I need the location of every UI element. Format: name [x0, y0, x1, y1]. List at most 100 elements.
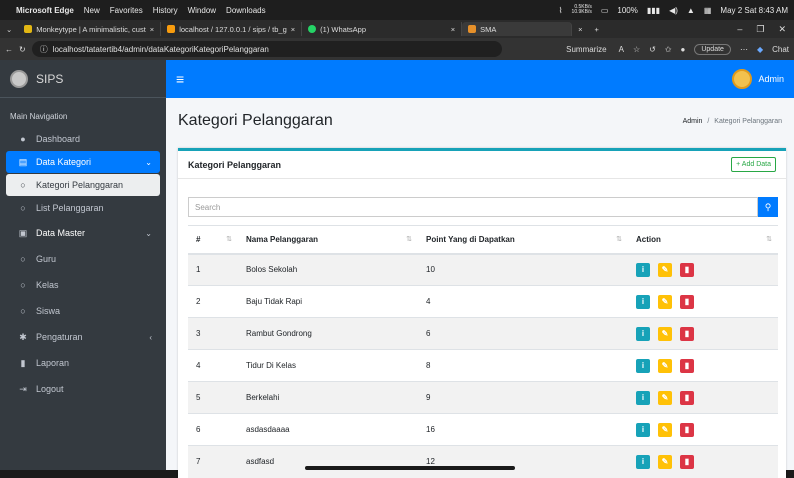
add-data-button[interactable]: + Add Data: [731, 157, 776, 172]
delete-button[interactable]: ▮: [680, 422, 694, 437]
edit-button[interactable]: ✎: [658, 358, 672, 373]
read-aloud-icon[interactable]: A: [619, 45, 624, 54]
menu-window[interactable]: Window: [188, 6, 216, 15]
tab-close-icon[interactable]: ×: [572, 25, 588, 34]
nav-heading: Main Navigation: [10, 112, 68, 121]
update-button[interactable]: Update: [694, 43, 731, 55]
column-header-action[interactable]: Action ⇅: [628, 225, 778, 255]
tab-actions-chevron-icon[interactable]: ⌄: [0, 25, 18, 34]
sidebar-item-guru[interactable]: ○ Guru: [6, 248, 160, 270]
sort-icon[interactable]: ⇅: [766, 235, 772, 243]
menu-downloads[interactable]: Downloads: [226, 6, 266, 15]
sidebar-item-siswa[interactable]: ○ Siswa: [6, 300, 160, 322]
sort-icon[interactable]: ⇅: [406, 235, 412, 243]
search-button[interactable]: ⚲: [758, 197, 778, 217]
refresh-page-icon[interactable]: ↺: [649, 45, 656, 54]
volume-icon[interactable]: ◀): [669, 6, 678, 15]
sidebar-item-logout[interactable]: ⇥ Logout: [6, 378, 160, 400]
user-menu[interactable]: Admin: [732, 69, 784, 89]
tab-monkeytype[interactable]: Monkeytype | A minimalistic, cust ×: [18, 22, 162, 36]
eject-icon[interactable]: ▲: [687, 6, 695, 15]
sidebar-item-dashboard[interactable]: ● Dashboard: [6, 128, 160, 150]
sidebar-item-kelas[interactable]: ○ Kelas: [6, 274, 160, 296]
horizontal-scrollbar[interactable]: [305, 466, 515, 470]
delete-button[interactable]: ▮: [680, 454, 694, 469]
favorite-star-icon[interactable]: ☆: [633, 45, 640, 54]
edit-icon: ✎: [661, 297, 669, 306]
menu-new[interactable]: New: [84, 6, 100, 15]
table-row: 5 Berkelahi 9 i ✎ ▮: [188, 381, 778, 414]
tab-close-icon[interactable]: ×: [451, 25, 455, 34]
main-content: Kategori Pelanggaran Admin / Kategori Pe…: [166, 98, 794, 478]
circle-outline-icon: ○: [20, 280, 26, 290]
search-input[interactable]: Search: [188, 197, 758, 217]
new-tab-icon[interactable]: +: [589, 25, 605, 34]
sidebar-item-pengaturan[interactable]: ✱ Pengaturan ‹: [6, 326, 160, 348]
sort-icon[interactable]: ⇅: [226, 235, 232, 243]
breadcrumb-home[interactable]: Admin: [683, 118, 703, 125]
delete-button[interactable]: ▮: [680, 294, 694, 309]
brand[interactable]: SIPS: [0, 60, 166, 98]
tab-sma[interactable]: SMA: [462, 22, 573, 36]
menu-history[interactable]: History: [153, 6, 178, 15]
info-icon[interactable]: ⓘ: [40, 44, 48, 55]
delete-button[interactable]: ▮: [680, 358, 694, 373]
info-button[interactable]: i: [636, 294, 650, 309]
delete-button[interactable]: ▮: [680, 390, 694, 405]
sort-icon[interactable]: ⇅: [616, 235, 622, 243]
delete-button[interactable]: ▮: [680, 326, 694, 341]
violation-name: asdasdaaaa: [238, 413, 418, 446]
sidebar-item-laporan[interactable]: ▮ Laporan: [6, 352, 160, 374]
wifi-icon[interactable]: ⌇: [559, 6, 563, 15]
info-button[interactable]: i: [636, 326, 650, 341]
info-button[interactable]: i: [636, 390, 650, 405]
restore-icon[interactable]: ❐: [756, 24, 764, 35]
window-close-icon[interactable]: ✕: [778, 24, 786, 35]
sidebar-item-data-master[interactable]: ▣ Data Master ⌄: [6, 222, 160, 244]
edit-button[interactable]: ✎: [658, 454, 672, 469]
edit-icon: ✎: [661, 361, 669, 370]
edit-button[interactable]: ✎: [658, 390, 672, 405]
edit-button[interactable]: ✎: [658, 422, 672, 437]
url-field[interactable]: ⓘ localhost/tatatertib4/admin/dataKatego…: [31, 41, 502, 57]
profile-icon[interactable]: ●: [681, 45, 686, 54]
sidebar-item-data-kategori[interactable]: ▤ Data Kategori ⌄: [6, 151, 160, 173]
copilot-icon[interactable]: ◆: [757, 45, 763, 54]
edit-button[interactable]: ✎: [658, 262, 672, 277]
edit-button[interactable]: ✎: [658, 294, 672, 309]
edit-button[interactable]: ✎: [658, 326, 672, 341]
more-icon[interactable]: ⋯: [740, 45, 748, 54]
tab-whatsapp[interactable]: (1) WhatsApp ×: [302, 22, 463, 36]
hamburger-menu-icon[interactable]: ≡: [176, 71, 184, 87]
card-header: Kategori Pelanggaran + Add Data: [178, 151, 786, 179]
delete-button[interactable]: ▮: [680, 262, 694, 277]
phpmyadmin-favicon-icon: [167, 25, 176, 33]
violation-name: Tidur Di Kelas: [238, 349, 418, 382]
column-header-number[interactable]: # ⇅: [188, 225, 238, 255]
sidebar-item-list-pelanggaran[interactable]: ○ List Pelanggaran: [6, 197, 160, 219]
tab-close-icon[interactable]: ×: [291, 25, 295, 34]
info-button[interactable]: i: [636, 422, 650, 437]
menu-favorites[interactable]: Favorites: [110, 6, 143, 15]
summarize-button[interactable]: Summarize: [566, 45, 606, 54]
info-button[interactable]: i: [636, 262, 650, 277]
control-center-icon[interactable]: ▦: [704, 6, 712, 15]
battery-icon[interactable]: ▮▮▮: [647, 6, 660, 15]
favorites-icon[interactable]: ✩: [665, 45, 672, 54]
minimize-icon[interactable]: –: [737, 24, 742, 35]
tab-phpmyadmin[interactable]: localhost / 127.0.0.1 / sips / tb_g ×: [161, 22, 303, 36]
row-number: 7: [188, 445, 238, 478]
info-button[interactable]: i: [636, 358, 650, 373]
refresh-icon[interactable]: ↻: [19, 45, 26, 54]
violation-point: 4: [418, 285, 628, 318]
column-header-name[interactable]: Nama Pelanggaran ⇅: [238, 225, 418, 255]
display-icon[interactable]: ▭: [601, 6, 609, 15]
app-name[interactable]: Microsoft Edge: [16, 6, 74, 15]
sidebar-item-kategori-pelanggaran[interactable]: ○ Kategori Pelanggaran: [6, 174, 160, 196]
info-button[interactable]: i: [636, 454, 650, 469]
column-header-point[interactable]: Point Yang di Dapatkan ⇅: [418, 225, 628, 255]
clock[interactable]: May 2 Sat 8:43 AM: [720, 6, 788, 15]
copilot-chat-button[interactable]: Chat: [772, 45, 789, 54]
back-icon[interactable]: ←: [5, 45, 13, 54]
tab-close-icon[interactable]: ×: [150, 25, 154, 34]
